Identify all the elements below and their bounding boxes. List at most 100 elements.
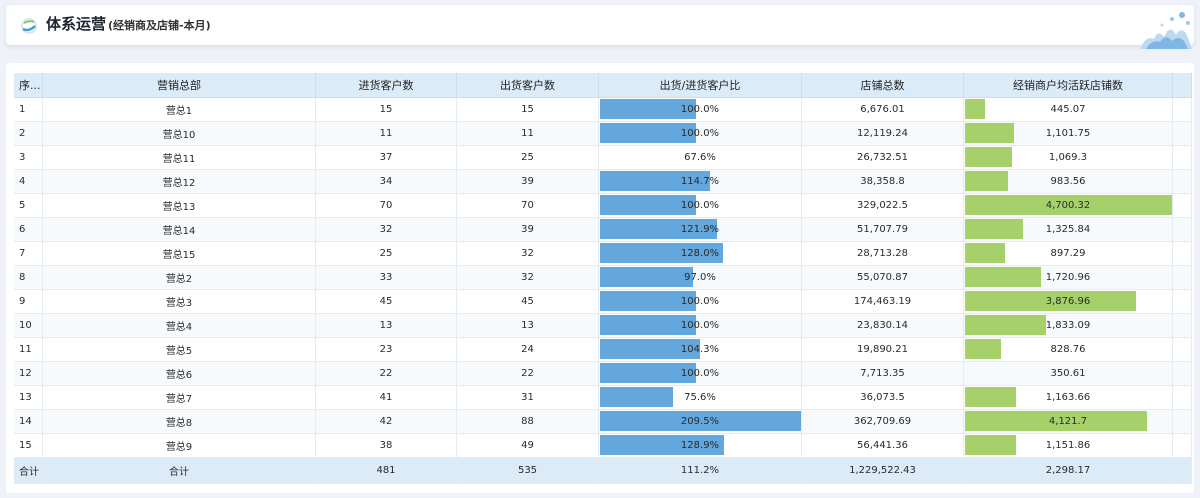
table-row[interactable]: 3 营总11 37 25 67.6% 26,732.51 1,069.3	[14, 146, 1192, 170]
row-in-customers: 23	[316, 338, 457, 361]
table-row[interactable]: 13 营总7 41 31 75.6% 36,073.5 1,163.66	[14, 386, 1192, 410]
row-in-customers: 25	[316, 242, 457, 265]
column-header-avg-active-stores[interactable]: 经销商户均活跃店铺数	[964, 73, 1173, 97]
row-out-customers: 70	[457, 194, 599, 217]
avg-active-stores-bar	[965, 171, 1008, 191]
row-in-customers: 45	[316, 290, 457, 313]
row-store-total: 174,463.19	[802, 290, 964, 313]
row-out-customers: 32	[457, 242, 599, 265]
table-row[interactable]: 5 营总13 70 70 100.0% 329,022.5 4,700.32	[14, 194, 1192, 218]
row-dept: 营总4	[43, 314, 316, 337]
table-row[interactable]: 12 营总6 22 22 100.0% 7,713.35 350.61	[14, 362, 1192, 386]
row-store-total: 19,890.21	[802, 338, 964, 361]
table-row[interactable]: 6 营总14 32 39 121.9% 51,707.79 1,325.84	[14, 218, 1192, 242]
page-title: 体系运营 (经销商及店铺-本月)	[46, 15, 211, 33]
row-spacer	[1173, 170, 1192, 193]
row-spacer	[1173, 218, 1192, 241]
column-header-store-total[interactable]: 店铺总数	[802, 73, 964, 97]
row-avg-cell: 350.61	[964, 362, 1173, 385]
row-dept: 营总10	[43, 122, 316, 145]
column-header-out-customers[interactable]: 出货客户数	[457, 73, 599, 97]
row-spacer	[1173, 146, 1192, 169]
row-dept: 营总2	[43, 266, 316, 289]
column-header-in-customers[interactable]: 进货客户数	[316, 73, 457, 97]
row-dept: 营总15	[43, 242, 316, 265]
avg-active-stores-bar	[965, 219, 1023, 239]
row-ratio-value: 67.6%	[684, 152, 716, 163]
row-avg-value: 1,163.66	[1045, 392, 1091, 403]
table-row[interactable]: 9 营总3 45 45 100.0% 174,463.19 3,876.96	[14, 290, 1192, 314]
table-row[interactable]: 7 营总15 25 32 128.0% 28,713.28 897.29	[14, 242, 1192, 266]
dashboard-header: 体系运营 (经销商及店铺-本月)	[6, 5, 1194, 49]
row-index: 15	[14, 434, 43, 457]
row-out-customers: 11	[457, 122, 599, 145]
total-ratio: 111.2%	[599, 458, 802, 483]
avg-active-stores-bar	[965, 267, 1041, 287]
row-in-customers: 32	[316, 218, 457, 241]
avg-active-stores-bar	[965, 243, 1005, 263]
table-row[interactable]: 8 营总2 33 32 97.0% 55,070.87 1,720.96	[14, 266, 1192, 290]
row-index: 4	[14, 170, 43, 193]
row-index: 12	[14, 362, 43, 385]
table-row[interactable]: 10 营总4 13 13 100.0% 23,830.14 1,833.09	[14, 314, 1192, 338]
table-row[interactable]: 4 营总12 34 39 114.7% 38,358.8 983.56	[14, 170, 1192, 194]
row-store-total: 26,732.51	[802, 146, 964, 169]
row-store-total: 38,358.8	[802, 170, 964, 193]
row-avg-cell: 828.76	[964, 338, 1173, 361]
row-avg-cell: 1,163.66	[964, 386, 1173, 409]
total-spacer	[1173, 458, 1192, 483]
row-ratio-cell: 100.0%	[599, 98, 802, 121]
row-index: 3	[14, 146, 43, 169]
row-avg-cell: 1,720.96	[964, 266, 1173, 289]
avg-active-stores-bar	[965, 123, 1014, 143]
avg-active-stores-bar	[965, 99, 985, 119]
row-ratio-value: 100.0%	[680, 128, 720, 139]
table-row[interactable]: 11 营总5 23 24 104.3% 19,890.21 828.76	[14, 338, 1192, 362]
row-store-total: 329,022.5	[802, 194, 964, 217]
row-in-customers: 15	[316, 98, 457, 121]
row-out-customers: 31	[457, 386, 599, 409]
logo-icon	[21, 18, 37, 34]
avg-active-stores-bar	[965, 339, 1001, 359]
row-out-customers: 13	[457, 314, 599, 337]
table-row[interactable]: 1 营总1 15 15 100.0% 6,676.01 445.07	[14, 98, 1192, 122]
row-dept: 营总3	[43, 290, 316, 313]
table-row[interactable]: 2 营总10 11 11 100.0% 12,119.24 1,101.75	[14, 122, 1192, 146]
row-avg-value: 1,720.96	[1045, 272, 1091, 283]
column-header-index[interactable]: 序...	[14, 73, 43, 97]
row-out-customers: 39	[457, 170, 599, 193]
row-avg-value: 1,325.84	[1045, 224, 1091, 235]
row-ratio-cell: 100.0%	[599, 290, 802, 313]
row-avg-cell: 897.29	[964, 242, 1173, 265]
row-ratio-cell: 97.0%	[599, 266, 802, 289]
row-out-customers: 88	[457, 410, 599, 433]
row-index: 7	[14, 242, 43, 265]
row-avg-value: 1,101.75	[1045, 128, 1091, 139]
table-row[interactable]: 15 营总9 38 49 128.9% 56,441.36 1,151.86	[14, 434, 1192, 458]
page-subtitle: (经销商及店铺-本月)	[108, 19, 211, 32]
row-store-total: 7,713.35	[802, 362, 964, 385]
row-store-total: 28,713.28	[802, 242, 964, 265]
avg-active-stores-bar	[965, 315, 1046, 335]
ratio-bar	[600, 267, 693, 287]
column-header-dept[interactable]: 营销总部	[43, 73, 316, 97]
row-in-customers: 41	[316, 386, 457, 409]
column-header-ratio[interactable]: 出货/进货客户比	[599, 73, 802, 97]
row-index: 2	[14, 122, 43, 145]
row-spacer	[1173, 242, 1192, 265]
row-spacer	[1173, 290, 1192, 313]
row-ratio-cell: 128.9%	[599, 434, 802, 457]
row-index: 6	[14, 218, 43, 241]
row-avg-value: 3,876.96	[1045, 296, 1091, 307]
row-out-customers: 39	[457, 218, 599, 241]
row-dept: 营总1	[43, 98, 316, 121]
row-out-customers: 15	[457, 98, 599, 121]
row-spacer	[1173, 266, 1192, 289]
row-ratio-cell: 114.7%	[599, 170, 802, 193]
table-row[interactable]: 14 营总8 42 88 209.5% 362,709.69 4,121.7	[14, 410, 1192, 434]
ratio-bar	[600, 387, 673, 407]
row-ratio-value: 128.0%	[680, 248, 720, 259]
row-avg-cell: 1,069.3	[964, 146, 1173, 169]
total-store-total: 1,229,522.43	[802, 458, 964, 483]
row-index: 8	[14, 266, 43, 289]
